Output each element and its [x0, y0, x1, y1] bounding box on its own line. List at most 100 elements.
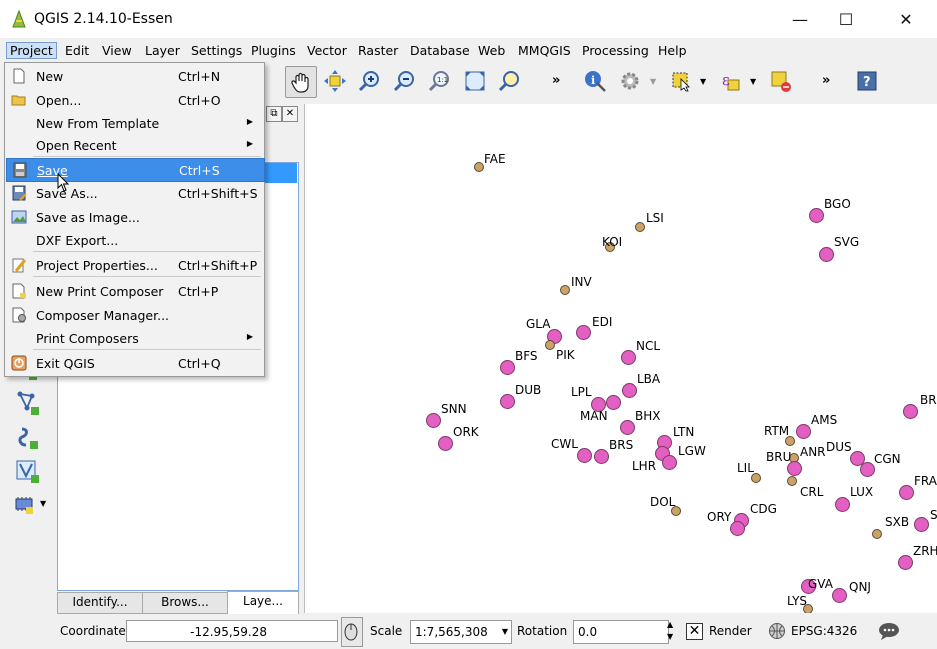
airport-marker-ory[interactable]	[729, 520, 745, 536]
action-dropdown-arrow-icon[interactable]: ▼	[650, 77, 656, 86]
add-vector-layer-icon[interactable]	[14, 390, 40, 416]
menu-view[interactable]: View	[102, 43, 132, 58]
airport-marker-lba[interactable]	[621, 382, 637, 398]
toolbar-overflow-1[interactable]: »	[552, 73, 560, 88]
add-wfs-layer-icon[interactable]	[14, 458, 40, 484]
zoom-full-button[interactable]	[460, 66, 490, 96]
menu-item-open-recent[interactable]: Open Recent ▶	[6, 134, 263, 156]
menu-project[interactable]: Project	[6, 42, 57, 59]
menu-item-save[interactable]: Save Ctrl+S	[6, 158, 265, 182]
epsg-label[interactable]: EPSG:4326	[791, 624, 857, 638]
airport-marker-cwl[interactable]	[576, 447, 592, 463]
spin-up-icon[interactable]: ▲	[667, 620, 673, 629]
maximize-button[interactable]: ☐	[823, 0, 869, 38]
select-dropdown-arrow-icon[interactable]: ▼	[700, 77, 706, 86]
menu-item-new-from-template[interactable]: New From Template ▶	[6, 112, 263, 134]
map-canvas[interactable]: FAE LSI BGO KOI SVG INV EDI GLA PIK NCL BFS LBA DUB L…	[304, 104, 937, 613]
menu-item-composer-manager[interactable]: Composer Manager...	[6, 304, 263, 326]
airport-marker-dub[interactable]	[499, 393, 515, 409]
messages-icon[interactable]	[878, 621, 900, 641]
coordinate-field[interactable]: -12.95,59.28	[126, 620, 338, 642]
menu-item-save-as-image[interactable]: Save as Image...	[6, 206, 263, 228]
pan-to-selection-button[interactable]	[320, 66, 350, 96]
airport-marker-fra[interactable]	[898, 484, 914, 500]
menu-item-save-as[interactable]: Save As... Ctrl+Shift+S	[6, 182, 263, 204]
menu-processing[interactable]: Processing	[582, 43, 649, 58]
airport-marker-ork[interactable]	[437, 435, 453, 451]
airport-marker-zrh[interactable]	[897, 554, 913, 570]
airport-marker-lhr[interactable]	[661, 454, 677, 470]
menu-edit[interactable]: Edit	[65, 43, 89, 58]
panel-float-button[interactable]: ⧉	[266, 106, 282, 122]
close-button[interactable]: ✕	[883, 0, 929, 38]
airport-marker-brs[interactable]	[593, 448, 609, 464]
scale-combobox[interactable]: 1:7,565,308 ▼	[410, 620, 512, 644]
airport-marker-crl[interactable]	[787, 476, 797, 486]
raster-dropdown-arrow-icon[interactable]: ▼	[40, 499, 46, 508]
airport-marker-ams[interactable]	[795, 423, 811, 439]
airport-marker-s[interactable]	[913, 516, 929, 532]
airport-marker-br[interactable]	[902, 403, 918, 419]
identify-button[interactable]: i	[580, 66, 610, 96]
menu-item-open[interactable]: Open... Ctrl+O	[6, 89, 263, 111]
menu-vector[interactable]: Vector	[307, 43, 347, 58]
toggle-extents-button[interactable]	[341, 617, 363, 647]
rotation-spinner[interactable]: ▲ ▼	[665, 620, 679, 644]
menu-plugins[interactable]: Plugins	[251, 43, 296, 58]
crs-globe-icon[interactable]	[768, 622, 786, 640]
airport-marker-inv[interactable]	[560, 285, 570, 295]
menu-item-project-properties[interactable]: Project Properties... Ctrl+Shift+P	[6, 254, 263, 276]
airport-marker-lsi[interactable]	[635, 222, 645, 232]
airport-marker-fae[interactable]	[474, 162, 484, 172]
zoom-to-layer-button[interactable]	[495, 66, 525, 96]
menu-help[interactable]: Help	[658, 43, 687, 58]
pan-map-button[interactable]	[285, 66, 317, 98]
airport-marker-ncl[interactable]	[620, 349, 636, 365]
toolbar-overflow-2[interactable]: »	[822, 73, 830, 88]
zoom-out-button[interactable]	[390, 66, 420, 96]
deselect-all-button[interactable]	[766, 66, 796, 96]
airport-marker-bfs[interactable]	[499, 359, 515, 375]
zoom-actual-size-button[interactable]: 1:1	[425, 66, 455, 96]
run-action-button[interactable]	[615, 66, 645, 96]
render-checkbox[interactable]: ✕	[686, 623, 703, 640]
expression-dropdown-arrow-icon[interactable]: ▼	[750, 77, 756, 86]
menu-item-dxf-export[interactable]: DXF Export...	[6, 229, 263, 251]
menu-item-exit-qgis[interactable]: Exit QGIS Ctrl+Q	[6, 352, 263, 374]
menu-item-new[interactable]: New Ctrl+N	[6, 65, 263, 87]
select-features-button[interactable]	[666, 66, 696, 96]
spin-down-icon[interactable]: ▼	[667, 632, 673, 641]
menu-database[interactable]: Database	[410, 43, 470, 58]
menu-web[interactable]: Web	[478, 43, 505, 58]
menu-settings[interactable]: Settings	[191, 43, 242, 58]
airport-marker-svg[interactable]	[818, 246, 834, 262]
scale-dropdown-arrow-icon[interactable]: ▼	[502, 621, 508, 643]
menu-layer[interactable]: Layer	[145, 43, 180, 58]
menu-item-print-composers[interactable]: Print Composers ▶	[6, 327, 263, 349]
rotation-field[interactable]: 0.0	[573, 620, 669, 644]
panel-close-button[interactable]: ✕	[282, 106, 298, 122]
airport-marker-bgo[interactable]	[808, 207, 824, 223]
menu-mmqgis[interactable]: MMQGIS	[518, 43, 571, 58]
airport-marker-cgn[interactable]	[859, 461, 875, 477]
select-by-expression-button[interactable]: ε	[716, 66, 746, 96]
airport-marker-snn[interactable]	[425, 412, 441, 428]
add-raster-layer-icon[interactable]	[14, 493, 40, 519]
airport-marker-edi[interactable]	[575, 324, 591, 340]
menu-raster[interactable]: Raster	[358, 43, 398, 58]
airport-marker-pik[interactable]	[545, 340, 555, 350]
airport-marker-bhx[interactable]	[619, 419, 635, 435]
airport-marker-man[interactable]	[605, 394, 621, 410]
help-button[interactable]: ?	[852, 66, 882, 96]
tab-browser[interactable]: Brows...	[142, 592, 228, 614]
add-delimited-text-layer-icon[interactable]	[14, 425, 40, 451]
menu-item-new-print-composer[interactable]: New Print Composer Ctrl+P	[6, 280, 263, 302]
tab-identify[interactable]: Identify...	[57, 592, 143, 614]
tab-layers[interactable]: Laye...	[227, 591, 299, 614]
airport-marker-qnj[interactable]	[831, 587, 847, 603]
minimize-button[interactable]: —	[777, 0, 823, 38]
zoom-in-button[interactable]	[355, 66, 385, 96]
airport-marker-sxb[interactable]	[872, 529, 882, 539]
airport-marker-lux[interactable]	[834, 496, 850, 512]
airport-label-ork: ORK	[453, 425, 479, 439]
